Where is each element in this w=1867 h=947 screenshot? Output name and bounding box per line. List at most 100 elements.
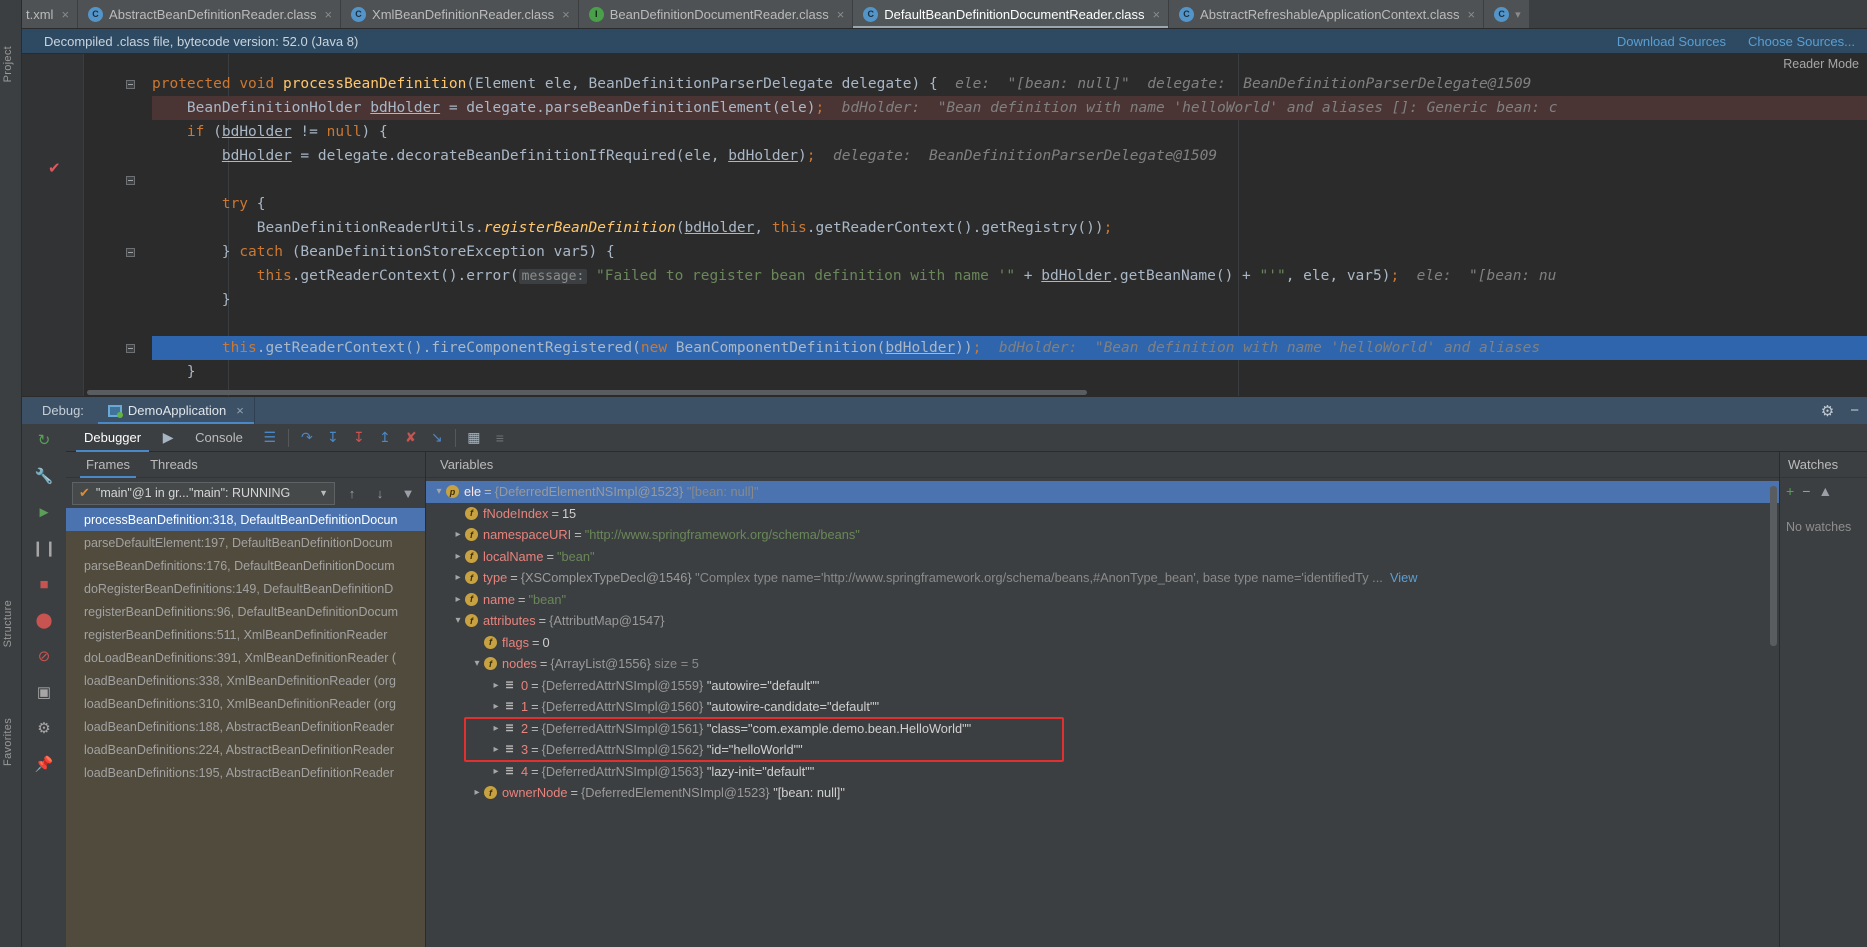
frame-item[interactable]: registerBeanDefinitions:96, DefaultBeanD…	[66, 600, 425, 623]
filter-icon[interactable]: ▼	[397, 486, 419, 501]
settings-wrench-icon[interactable]: 🔧	[34, 466, 54, 486]
mute-breakpoints-icon[interactable]: ⊘	[34, 646, 54, 666]
gear-icon[interactable]: ⚙	[1821, 402, 1834, 420]
console-icon[interactable]: ▶	[155, 424, 181, 452]
view-breakpoints-icon[interactable]: ⬤	[34, 610, 54, 630]
code-line[interactable]: } catch (BeanDefinitionStoreException va…	[152, 240, 1867, 264]
code-line[interactable]: }	[152, 360, 1867, 384]
expand-arrow-icon[interactable]: ▸	[451, 594, 465, 605]
variable-row[interactable]: ▾ p ele = {DeferredElementNSImpl@1523} "[bea…	[426, 481, 1779, 503]
editor-tab-beandefinitiondocumentreader[interactable]: I BeanDefinitionDocumentReader.class ×	[578, 0, 854, 28]
code-line[interactable]: }	[152, 288, 1867, 312]
frame-item[interactable]: loadBeanDefinitions:224, AbstractBeanDef…	[66, 738, 425, 761]
chevron-down-icon[interactable]: ▼	[319, 488, 328, 498]
frames-down-icon[interactable]: ↓	[369, 486, 391, 501]
variable-row[interactable]: ▸ ☰ 0 = {DeferredAttrNSImpl@1559} "autowire=…	[426, 675, 1779, 697]
rail-structure-label[interactable]: Structure	[2, 600, 14, 647]
frame-item[interactable]: registerBeanDefinitions:511, XmlBeanDefi…	[66, 623, 425, 646]
variable-row[interactable]: ▸ ☰ 2 = {DeferredAttrNSImpl@1561} "class="co…	[426, 718, 1779, 740]
variable-row[interactable]: ▸ ☰ 3 = {DeferredAttrNSImpl@1562} "id="hello…	[426, 739, 1779, 761]
editor-tab-defaultbeandefinitiondocumentreader[interactable]: C DefaultBeanDefinitionDocumentReader.cl…	[853, 0, 1170, 28]
variable-row[interactable]: f fNodeIndex = 15	[426, 503, 1779, 525]
frame-item[interactable]: processBeanDefinition:318, DefaultBeanDe…	[66, 508, 425, 531]
step-into-icon[interactable]: ↧	[320, 424, 346, 452]
frame-item[interactable]: parseBeanDefinitions:176, DefaultBeanDef…	[66, 554, 425, 577]
editor-tab-xmlbeandefinitionreader[interactable]: C XmlBeanDefinitionReader.class ×	[341, 0, 579, 28]
variable-row[interactable]: ▸ ☰ 4 = {DeferredAttrNSImpl@1563} "lazy-init…	[426, 761, 1779, 783]
close-icon[interactable]: ×	[1467, 7, 1475, 22]
frame-item[interactable]: loadBeanDefinitions:188, AbstractBeanDef…	[66, 715, 425, 738]
editor-gutter-fold-area[interactable]	[84, 54, 152, 396]
close-icon[interactable]: ×	[324, 7, 332, 22]
editor-tab-xml[interactable]: t.xml ×	[22, 0, 79, 28]
expand-arrow-icon[interactable]: ▸	[451, 529, 465, 540]
download-sources-link[interactable]: Download Sources	[1617, 34, 1726, 49]
frame-item[interactable]: loadBeanDefinitions:338, XmlBeanDefiniti…	[66, 669, 425, 692]
fold-marker-icon[interactable]	[126, 176, 135, 185]
plus-icon[interactable]: +	[1786, 483, 1794, 499]
close-icon[interactable]: ×	[236, 403, 244, 418]
view-link[interactable]: View	[1390, 570, 1418, 585]
variable-row[interactable]: ▸ f type = {XSComplexTypeDecl@1546} "Complex…	[426, 567, 1779, 589]
rail-favorites-label[interactable]: Favorites	[2, 718, 14, 766]
editor-gutter[interactable]	[22, 54, 84, 396]
expand-arrow-icon[interactable]: ▾	[451, 615, 465, 626]
variable-row[interactable]: ▸ f ownerNode = {DeferredElementNSImpl@1523}…	[426, 782, 1779, 804]
tab-console[interactable]: Console	[181, 424, 257, 452]
source-code[interactable]: protected void processBeanDefinition(Ele…	[152, 54, 1867, 396]
pin-icon[interactable]: 📌	[34, 754, 54, 774]
code-editor[interactable]: Reader Mode ✔ protected void processBean…	[22, 54, 1867, 396]
variable-row[interactable]: ▾ f attributes = {AttributMap@1547}	[426, 610, 1779, 632]
expand-arrow-icon[interactable]: ▸	[470, 787, 484, 798]
step-over-icon[interactable]: ↷	[294, 424, 320, 452]
minus-icon[interactable]: −	[1802, 483, 1810, 499]
chevron-down-icon[interactable]: ▾	[1515, 8, 1521, 21]
variable-row[interactable]: ▸ f name = "bean"	[426, 589, 1779, 611]
code-line[interactable]	[152, 312, 1867, 336]
fold-marker-icon[interactable]	[126, 344, 135, 353]
editor-tab-abstractbeandefinitionreader[interactable]: C AbstractBeanDefinitionReader.class ×	[78, 0, 342, 28]
frame-item[interactable]: loadBeanDefinitions:195, AbstractBeanDef…	[66, 761, 425, 784]
layout-settings-icon[interactable]: ☰	[257, 424, 283, 452]
editor-horizontal-scrollbar[interactable]	[84, 389, 1867, 396]
expand-arrow-icon[interactable]: ▸	[489, 701, 503, 712]
layout-icon[interactable]: ≡	[487, 424, 513, 452]
expand-arrow-icon[interactable]: ▾	[470, 658, 484, 669]
code-line[interactable]: try {	[152, 192, 1867, 216]
rail-project-label[interactable]: Project	[2, 46, 14, 82]
frames-up-icon[interactable]: ↑	[341, 486, 363, 501]
scrollbar-thumb[interactable]	[87, 390, 1087, 395]
expand-arrow-icon[interactable]: ▸	[451, 551, 465, 562]
code-line[interactable]: this.getReaderContext().fireComponentReg…	[152, 336, 1867, 360]
choose-sources-link[interactable]: Choose Sources...	[1748, 34, 1855, 49]
breakpoint-icon[interactable]: ✔	[48, 159, 63, 177]
variable-row[interactable]: f flags = 0	[426, 632, 1779, 654]
rerun-icon[interactable]: ↻	[34, 430, 54, 450]
stop-icon[interactable]: ■	[34, 574, 54, 594]
code-line[interactable]: if (bdHolder != null) {	[152, 120, 1867, 144]
expand-arrow-icon[interactable]: ▸	[489, 680, 503, 691]
code-line[interactable]	[152, 168, 1867, 192]
frame-item[interactable]: loadBeanDefinitions:310, XmlBeanDefiniti…	[66, 692, 425, 715]
run-to-cursor-icon[interactable]: ↘	[424, 424, 450, 452]
pause-icon[interactable]: ❙❙	[31, 538, 56, 558]
expand-arrow-icon[interactable]: ▸	[451, 572, 465, 583]
tab-frames[interactable]: Frames	[76, 452, 140, 478]
force-step-into-icon[interactable]: ↧	[346, 424, 372, 452]
editor-tab-abstractrefreshableapplicationcontext[interactable]: C AbstractRefreshableApplicationContext.…	[1169, 0, 1485, 28]
close-icon[interactable]: ×	[61, 7, 69, 22]
code-line[interactable]: BeanDefinitionReaderUtils.registerBeanDe…	[152, 216, 1867, 240]
fold-marker-icon[interactable]	[126, 80, 135, 89]
fold-marker-icon[interactable]	[126, 248, 135, 257]
evaluate-expression-icon[interactable]: ▦	[461, 424, 487, 452]
variable-row[interactable]: ▾ f nodes = {ArrayList@1556} size = 5	[426, 653, 1779, 675]
frame-item[interactable]: parseDefaultElement:197, DefaultBeanDefi…	[66, 531, 425, 554]
expand-arrow-icon[interactable]: ▸	[489, 766, 503, 777]
variable-row[interactable]: ▸ ☰ 1 = {DeferredAttrNSImpl@1560} "autowire-…	[426, 696, 1779, 718]
frame-item[interactable]: doLoadBeanDefinitions:391, XmlBeanDefini…	[66, 646, 425, 669]
expand-arrow-icon[interactable]: ▸	[489, 744, 503, 755]
tab-debugger[interactable]: Debugger	[70, 424, 155, 452]
frame-item[interactable]: doRegisterBeanDefinitions:149, DefaultBe…	[66, 577, 425, 600]
resume-icon[interactable]: ►	[34, 502, 54, 522]
debug-session-tab[interactable]: DemoApplication ×	[97, 397, 254, 424]
